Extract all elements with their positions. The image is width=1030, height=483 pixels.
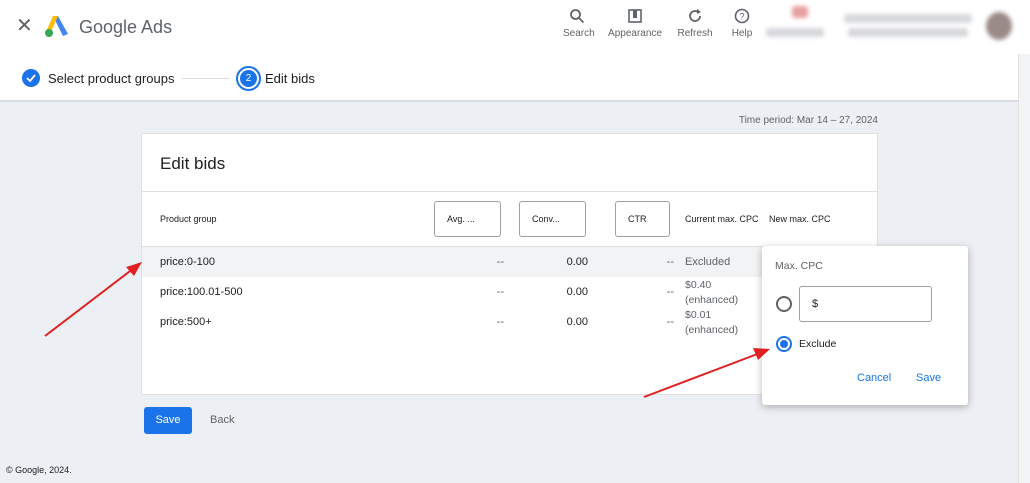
current-cpc-value: $0.01	[685, 309, 712, 321]
product-group-cell: price:0-100	[160, 256, 216, 268]
current-cpc-strategy: (enhanced)	[685, 324, 739, 336]
avatar[interactable]	[986, 12, 1012, 40]
conv-cell: 0.00	[566, 316, 588, 328]
avg-cell: --	[496, 286, 504, 298]
help-tool-label: Help	[731, 28, 753, 39]
popup-title: Max. CPC	[775, 260, 823, 272]
column-new-max-cpc: New max. CPC	[769, 214, 831, 224]
ctr-cell: --	[666, 256, 674, 268]
column-avg-dropdown[interactable]: Avg. ...	[434, 201, 501, 256]
time-period: Time period: Mar 14 – 27, 2024	[738, 115, 878, 126]
column-ctr-dropdown[interactable]: CTR	[615, 201, 670, 256]
column-conv-label: Conv...	[532, 214, 560, 224]
current-cpc-cell: $0.01 (enhanced)	[685, 308, 738, 338]
currency-prefix: $	[812, 298, 819, 310]
account-email-redacted	[848, 28, 968, 37]
close-icon[interactable]: ✕	[16, 16, 34, 36]
exclude-radio[interactable]	[776, 336, 792, 352]
step-number-icon: 2	[236, 66, 261, 91]
exclude-label: Exclude	[799, 338, 837, 350]
top-bar: ✕ Google Ads Search Appearance Refresh ?…	[0, 0, 1030, 54]
notification-badge	[792, 6, 808, 18]
appearance-icon	[628, 9, 642, 23]
step-edit-bids: Edit bids	[265, 71, 315, 86]
refresh-icon	[689, 9, 701, 22]
product-group-cell: price:100.01-500	[160, 286, 243, 298]
column-ctr-label: CTR	[628, 214, 647, 224]
card-title: Edit bids	[160, 154, 226, 173]
current-cpc-strategy: (enhanced)	[685, 294, 739, 306]
step-select-product-groups[interactable]: Select product groups	[48, 71, 174, 86]
current-cpc-cell: Excluded	[685, 256, 731, 268]
account-info-redacted	[844, 14, 972, 23]
current-cpc-value: $0.40	[685, 279, 712, 291]
refresh-tool-label: Refresh	[677, 28, 713, 39]
google-ads-logo	[45, 16, 68, 37]
avg-cell: --	[496, 256, 504, 268]
search-tool-label: Search	[563, 28, 595, 39]
back-button[interactable]: Back	[210, 414, 234, 426]
column-avg-label: Avg. ...	[447, 214, 475, 224]
column-conv-dropdown[interactable]: Conv...	[519, 201, 586, 256]
max-cpc-radio[interactable]	[776, 296, 792, 312]
column-product-group: Product group	[160, 214, 217, 224]
appearance-tool[interactable]: Appearance	[608, 8, 662, 39]
column-current-max-cpc: Current max. CPC	[685, 214, 759, 224]
footer-copyright: © Google, 2024.	[6, 465, 72, 475]
annotation-arrow	[44, 267, 135, 337]
popup-cancel-button[interactable]: Cancel	[857, 372, 891, 384]
max-cpc-popup: Max. CPC $ Exclude Cancel Save	[762, 246, 968, 405]
svg-text:?: ?	[739, 12, 744, 22]
avg-cell: --	[496, 316, 504, 328]
divider	[142, 191, 877, 192]
help-icon: ?	[734, 8, 750, 24]
max-cpc-input[interactable]: $	[799, 286, 932, 322]
ctr-cell: --	[666, 286, 674, 298]
conv-cell: 0.00	[566, 286, 588, 298]
appearance-tool-label: Appearance	[608, 28, 662, 39]
step-number: 2	[240, 70, 257, 87]
scrollbar[interactable]	[1018, 54, 1030, 483]
account-name-redacted	[766, 28, 824, 37]
current-cpc-cell: $0.40 (enhanced)	[685, 278, 738, 308]
step-connector	[182, 78, 230, 79]
conv-cell: 0.00	[566, 256, 588, 268]
product-group-cell: price:500+	[160, 316, 212, 328]
annotation-arrowhead	[126, 262, 142, 276]
refresh-tool[interactable]: Refresh	[677, 8, 713, 39]
app-title: Google Ads	[79, 17, 173, 37]
popup-save-button[interactable]: Save	[916, 372, 941, 384]
save-button[interactable]: Save	[144, 407, 192, 434]
check-icon	[22, 69, 40, 87]
search-icon	[570, 9, 585, 24]
help-tool[interactable]: ? Help	[729, 8, 755, 39]
ctr-cell: --	[666, 316, 674, 328]
stepper: Select product groups 2 Edit bids	[0, 54, 1018, 102]
search-tool[interactable]: Search	[563, 8, 595, 39]
